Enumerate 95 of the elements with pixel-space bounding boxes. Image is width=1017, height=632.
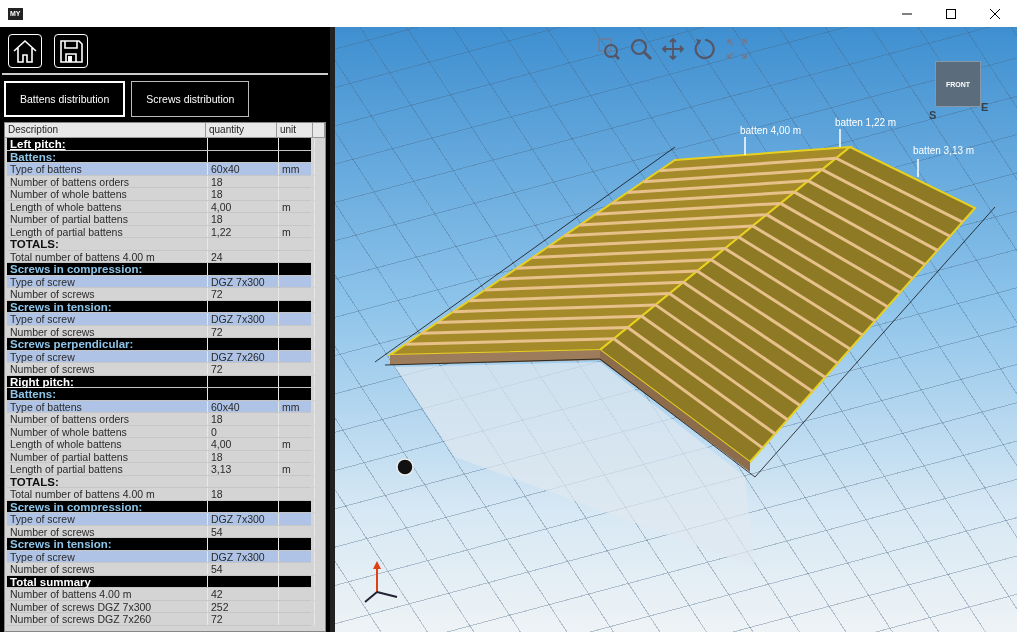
table-cell: 3,13 bbox=[208, 463, 279, 475]
table-cell: Battens: bbox=[7, 388, 208, 400]
table-cell: Screws in compression: bbox=[7, 500, 208, 512]
table-cell: Number of screws bbox=[7, 325, 208, 337]
maximize-icon[interactable] bbox=[945, 7, 957, 20]
table-cell: m bbox=[279, 463, 315, 475]
table-cell: Screws in tension: bbox=[7, 300, 208, 312]
table-cell: 0 bbox=[208, 425, 279, 437]
table-cell: Type of screw bbox=[7, 275, 208, 287]
table-cell: Battens: bbox=[7, 150, 208, 162]
table-cell: Total number of battens 4.00 m bbox=[7, 250, 208, 262]
batten-label: batten 4,00 m bbox=[740, 125, 802, 136]
leader-line bbox=[839, 128, 841, 148]
table-cell: Number of screws bbox=[7, 363, 208, 375]
search-icon[interactable] bbox=[629, 37, 653, 61]
table-cell: Number of battens orders bbox=[7, 413, 208, 425]
table-cell: 252 bbox=[208, 600, 279, 612]
sphere-icon[interactable] bbox=[396, 458, 414, 476]
table-cell: 18 bbox=[208, 188, 279, 200]
table-cell: DGZ 7x260 bbox=[208, 350, 279, 362]
table-cell: Number of battens orders bbox=[7, 175, 208, 187]
table-cell: Length of partial battens bbox=[7, 225, 208, 237]
leader-line bbox=[917, 158, 919, 178]
table-cell: Left pitch: bbox=[7, 138, 208, 150]
column-header[interactable]: quantity bbox=[206, 123, 277, 137]
table-cell: TOTALS: bbox=[7, 475, 208, 487]
table-cell: Number of partial battens bbox=[7, 213, 208, 225]
table-cell: 72 bbox=[208, 325, 279, 337]
table-cell: Number of screws bbox=[7, 288, 208, 300]
table-cell: 60x40 bbox=[208, 400, 279, 412]
table-cell: mm bbox=[279, 163, 315, 175]
table-cell: 72 bbox=[208, 613, 279, 625]
tab[interactable]: Screws distribution bbox=[131, 81, 250, 117]
rotate-icon[interactable] bbox=[693, 37, 717, 61]
table-cell: Length of whole battens bbox=[7, 200, 208, 212]
home-button[interactable] bbox=[8, 34, 42, 68]
compass-letter[interactable]: S bbox=[929, 109, 937, 121]
column-header[interactable]: Description bbox=[5, 123, 206, 137]
table-cell: Type of screw bbox=[7, 313, 208, 325]
table-cell: Number of screws DGZ 7x260 bbox=[7, 613, 208, 625]
table-cell: 4,00 bbox=[208, 438, 279, 450]
table-cell: Number of partial battens bbox=[7, 450, 208, 462]
table-cell: Type of screw bbox=[7, 550, 208, 562]
batten-label: batten 3,13 m bbox=[913, 145, 975, 156]
table-cell: Type of screw bbox=[7, 513, 208, 525]
table-cell: Right pitch: bbox=[7, 375, 208, 387]
leader-line bbox=[744, 136, 746, 156]
table-cell: Number of screws bbox=[7, 525, 208, 537]
compass-letter[interactable]: E bbox=[981, 101, 989, 113]
table-cell: m bbox=[279, 225, 315, 237]
table-cell: DGZ 7x300 bbox=[208, 275, 279, 287]
table-cell: 18 bbox=[208, 175, 279, 187]
table-cell: Length of partial battens bbox=[7, 463, 208, 475]
table-cell: 72 bbox=[208, 288, 279, 300]
table-cell: Number of screws DGZ 7x300 bbox=[7, 600, 208, 612]
table-cell: Number of whole battens bbox=[7, 188, 208, 200]
table-cell: Screws in tension: bbox=[7, 538, 208, 550]
batten-label: batten 1,22 m bbox=[835, 117, 897, 128]
table-cell: Type of battens bbox=[7, 163, 208, 175]
table-cell: Length of whole battens bbox=[7, 438, 208, 450]
close-icon[interactable] bbox=[989, 7, 1001, 20]
table-cell: Number of whole battens bbox=[7, 425, 208, 437]
table-cell: DGZ 7x300 bbox=[208, 313, 279, 325]
table-cell: TOTALS: bbox=[7, 238, 208, 250]
table-cell: 4,00 bbox=[208, 200, 279, 212]
table-cell: 54 bbox=[208, 525, 279, 537]
table-cell: 42 bbox=[208, 588, 279, 600]
table-cell: 72 bbox=[208, 363, 279, 375]
table-cell: Screws in compression: bbox=[7, 263, 208, 275]
tab[interactable]: Battens distribution bbox=[4, 81, 126, 117]
table-cell: 18 bbox=[208, 488, 279, 500]
table-cell: 24 bbox=[208, 250, 279, 262]
table-cell: 1,22 bbox=[208, 225, 279, 237]
column-header[interactable]: unit bbox=[277, 123, 313, 137]
table-cell: 18 bbox=[208, 413, 279, 425]
table-cell: Screws perpendicular: bbox=[7, 338, 208, 350]
table-cell: Total summary bbox=[7, 575, 208, 587]
table-cell: 18 bbox=[208, 450, 279, 462]
table-cell: Type of battens bbox=[7, 400, 208, 412]
table-cell: m bbox=[279, 200, 315, 212]
table-cell: DGZ 7x300 bbox=[208, 513, 279, 525]
save-button[interactable] bbox=[54, 34, 88, 68]
table-cell: mm bbox=[279, 400, 315, 412]
table-cell: 60x40 bbox=[208, 163, 279, 175]
move-arrows-icon[interactable] bbox=[661, 37, 685, 61]
table-cell: Number of screws bbox=[7, 563, 208, 575]
table-cell: Type of screw bbox=[7, 350, 208, 362]
table-cell: m bbox=[279, 438, 315, 450]
table-cell: Total number of battens 4.00 m bbox=[7, 488, 208, 500]
table-cell: 54 bbox=[208, 563, 279, 575]
zoom-window-icon[interactable] bbox=[597, 37, 621, 61]
table-cell: Number of battens 4.00 m bbox=[7, 588, 208, 600]
table-cell: DGZ 7x300 bbox=[208, 550, 279, 562]
axis-gizmo-icon bbox=[364, 561, 398, 603]
table-cell: 18 bbox=[208, 213, 279, 225]
